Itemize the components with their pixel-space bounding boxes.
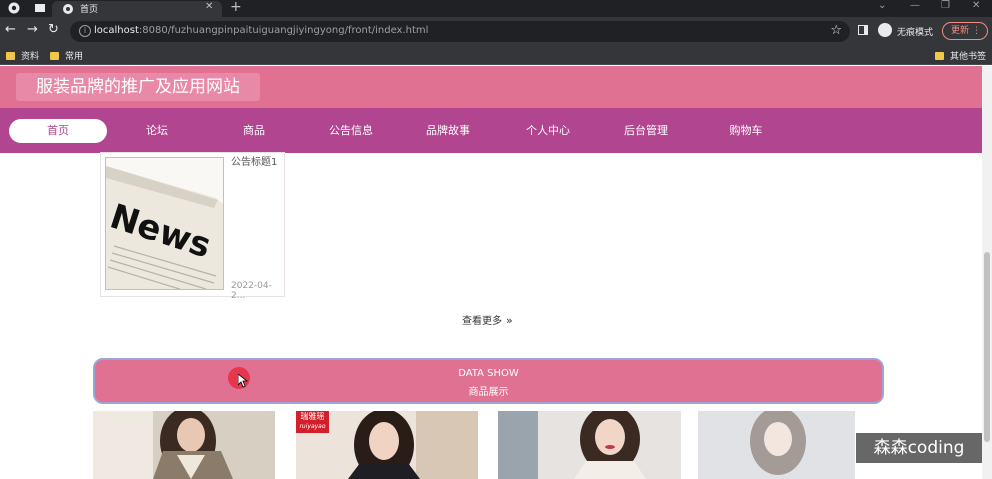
page-viewport: 服装品牌的推广及应用网站 首页 论坛 商品 公告信息 品牌故事 个人中心 后台管… — [0, 66, 992, 479]
nav-item-admin[interactable]: 后台管理 — [597, 119, 695, 143]
newspaper-icon: News — [106, 158, 223, 289]
scrollbar-thumb[interactable] — [984, 252, 990, 442]
info-icon[interactable]: i — [79, 25, 91, 37]
bookmark-folder[interactable]: 常用 — [50, 49, 83, 62]
update-button[interactable]: 更新 ⋮ — [942, 22, 988, 40]
globe-icon — [63, 4, 73, 14]
double-chevron-right-icon: » — [506, 314, 513, 327]
minimize-icon[interactable]: — — [910, 0, 920, 11]
nav-item-profile[interactable]: 个人中心 — [499, 119, 597, 143]
nav-item-notices[interactable]: 公告信息 — [302, 119, 400, 143]
notice-card[interactable]: News 公告标题1 2022-04-2... — [100, 152, 285, 301]
browser-toolbar: ← → ↻ i localhost:8080/fuzhuangpinpaitui… — [0, 17, 992, 45]
star-icon[interactable]: ☆ — [830, 23, 842, 38]
page-scrollbar[interactable] — [982, 66, 992, 479]
tab-search-icon[interactable]: ⌄ — [878, 0, 886, 11]
forward-arrow-icon[interactable]: → — [27, 23, 38, 37]
back-arrow-icon[interactable]: ← — [5, 23, 16, 37]
browser-tab-bar: 首页 ✕ + ⌄ — ❐ ✕ — [0, 0, 992, 17]
section-title-en: DATA SHOW — [458, 368, 519, 379]
nav-item-products[interactable]: 商品 — [205, 119, 303, 143]
incognito-icon[interactable] — [878, 23, 892, 37]
mouse-cursor-icon — [238, 374, 248, 388]
chrome-menu-icon[interactable] — [8, 2, 20, 14]
side-panel-icon[interactable] — [858, 25, 868, 35]
restore-icon[interactable]: ❐ — [941, 0, 950, 11]
site-title: 服装品牌的推广及应用网站 — [16, 73, 260, 101]
folder-icon — [935, 52, 944, 60]
close-icon[interactable]: ✕ — [205, 1, 213, 12]
browser-tab[interactable]: 首页 ✕ — [52, 1, 222, 17]
watermark: 森森coding — [856, 433, 982, 463]
window-close-icon[interactable]: ✕ — [972, 0, 980, 11]
other-bookmarks[interactable]: 其他书签 — [935, 49, 986, 62]
nav-item-cart[interactable]: 购物车 — [697, 119, 795, 143]
nav-item-forum[interactable]: 论坛 — [108, 119, 206, 143]
bookmarks-bar: 资料 常用 其他书签 — [0, 45, 992, 65]
product-card[interactable] — [498, 411, 681, 479]
nav-item-home[interactable]: 首页 — [9, 119, 107, 143]
reload-icon[interactable]: ↻ — [48, 23, 59, 37]
notice-date: 2022-04-2... — [231, 281, 272, 301]
bookmark-folder[interactable]: 资料 — [6, 49, 39, 62]
main-nav: 首页 论坛 商品 公告信息 品牌故事 个人中心 后台管理 购物车 — [0, 108, 982, 153]
product-card[interactable] — [698, 411, 855, 479]
new-tab-icon[interactable]: + — [230, 0, 242, 15]
nav-item-brand-story[interactable]: 品牌故事 — [399, 119, 497, 143]
product-card[interactable] — [93, 411, 275, 479]
product-image — [498, 411, 681, 479]
view-more-link[interactable]: 查看更多» — [462, 312, 513, 327]
brand-label: 瑞雅瑶 ruiyayao — [296, 411, 329, 433]
incognito-label[interactable]: 无痕模式 — [897, 25, 933, 38]
product-card[interactable]: 瑞雅瑶 ruiyayao — [296, 411, 478, 479]
tab-title: 首页 — [80, 5, 99, 15]
tab-page-icon[interactable] — [34, 2, 46, 14]
product-image — [93, 411, 275, 479]
news-image[interactable]: News — [105, 157, 224, 290]
section-title-zh: 商品展示 — [468, 387, 509, 398]
notice-title[interactable]: 公告标题1 — [231, 153, 277, 168]
address-bar[interactable]: i localhost:8080/fuzhuangpinpaituiguangj… — [70, 21, 850, 42]
more-icon[interactable]: ⋮ — [972, 23, 981, 39]
section-banner: DATA SHOW 商品展示 — [93, 358, 884, 404]
url-text[interactable]: localhost:8080/fuzhuangpinpaituiguangjiy… — [94, 25, 428, 36]
site-header: 服装品牌的推广及应用网站 — [0, 66, 982, 108]
folder-icon — [50, 52, 59, 60]
folder-icon — [6, 52, 15, 60]
product-image — [698, 411, 855, 479]
